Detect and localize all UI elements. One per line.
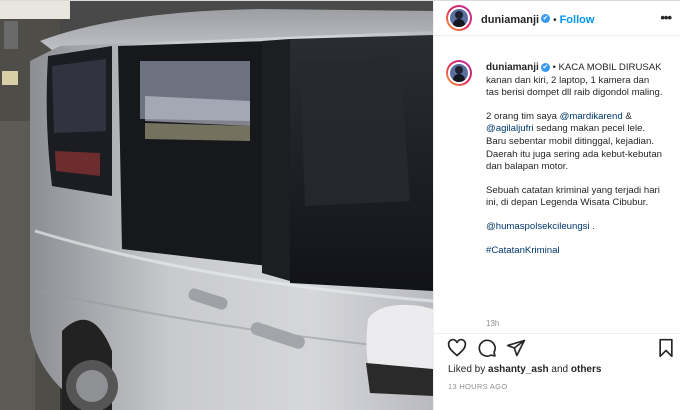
- caption-text-4: Sebuah catatan kriminal yang terjadi har…: [486, 184, 660, 209]
- post-header: duniamanji ✔ • Follow •••: [434, 1, 680, 36]
- caption-time[interactable]: 13h: [486, 319, 499, 328]
- share-icon[interactable]: [506, 338, 526, 358]
- liked-by-and: and: [551, 364, 569, 375]
- liked-by-prefix: Liked by: [448, 364, 486, 375]
- others-link[interactable]: others: [571, 364, 602, 375]
- caption-text-3: Daerah itu juga sering ada kebut-kebutan…: [486, 148, 663, 173]
- post-caption: duniamanji ✔ • KACA MOBIL DIRUSAK kanan d…: [486, 62, 664, 268]
- caption-amp: &: [625, 110, 632, 122]
- caption-avatar[interactable]: [446, 60, 472, 86]
- instagram-post-window: duniamanji ✔ • Follow ••• duniamanji ✔ • KAC…: [0, 0, 680, 410]
- liked-user-link[interactable]: ashanty_ash: [488, 364, 549, 375]
- more-icon[interactable]: •••: [660, 10, 672, 25]
- comment-icon[interactable]: [477, 338, 497, 358]
- likes-summary: Liked by ashanty_ash and others: [448, 364, 601, 375]
- header-meta: duniamanji ✔ • Follow: [481, 10, 594, 28]
- post-photo[interactable]: [0, 1, 433, 410]
- verified-icon: ✔: [541, 14, 551, 24]
- separator-dot: •: [553, 15, 557, 26]
- mention-link[interactable]: @mardikarend: [560, 111, 623, 122]
- mention-suffix: .: [592, 220, 595, 232]
- caption-username[interactable]: duniamanji: [486, 62, 539, 73]
- caption-bullet: •: [552, 62, 556, 73]
- mention-link[interactable]: @agilaljufri: [486, 123, 534, 134]
- car-photo-image: [0, 1, 433, 410]
- follow-button[interactable]: Follow: [560, 14, 595, 26]
- avatar[interactable]: [446, 5, 472, 31]
- post-timestamp[interactable]: 13 HOURS AGO: [448, 382, 507, 391]
- heart-icon[interactable]: [447, 338, 467, 358]
- mention-link[interactable]: @humaspolsekcileungsi: [486, 221, 590, 232]
- post-side-panel: duniamanji ✔ • Follow ••• duniamanji ✔ • KAC…: [433, 1, 680, 410]
- username-link[interactable]: duniamanji: [481, 14, 539, 26]
- verified-icon: ✔: [540, 62, 550, 72]
- caption-text-2-start: 2 orang tim saya: [486, 110, 557, 122]
- action-bar: [434, 333, 680, 364]
- hashtag-link[interactable]: #CatatanKriminal: [486, 245, 560, 256]
- bookmark-icon[interactable]: [657, 338, 675, 358]
